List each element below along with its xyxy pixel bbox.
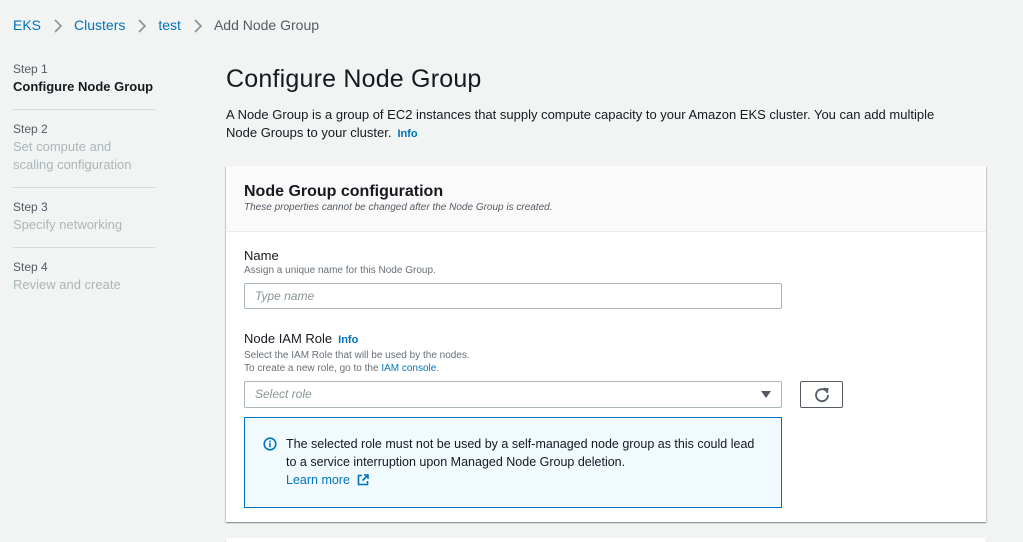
iam-role-info-link[interactable]: Info: [338, 334, 358, 346]
learn-more-link[interactable]: Learn more: [286, 471, 370, 489]
step-number: Step 1: [13, 62, 48, 76]
iam-role-label-text: Node IAM Role: [244, 331, 333, 346]
step-1: Step 1 Configure Node Group: [13, 62, 155, 96]
name-input[interactable]: [244, 283, 782, 309]
chevron-right-icon: [132, 17, 152, 33]
breadcrumb-current: Add Node Group: [213, 17, 320, 33]
info-icon: [263, 437, 277, 451]
divider: [13, 187, 155, 188]
card-body: Name Assign a unique name for this Node …: [226, 232, 986, 508]
breadcrumb: EKS Clusters test Add Node Group: [13, 16, 319, 34]
iam-role-select-placeholder: Select role: [255, 387, 312, 401]
iam-role-label: Node IAM Role Info: [244, 330, 968, 349]
chevron-right-icon: [48, 17, 68, 33]
iam-role-description-line2: To create a new role, go to the IAM cons…: [244, 362, 968, 375]
wizard-steps: Step 1 Configure Node Group Step 2 Set c…: [13, 62, 155, 294]
iam-role-select-row: Select role: [244, 381, 968, 408]
next-card: [226, 538, 986, 542]
breadcrumb-test[interactable]: test: [158, 17, 181, 33]
page-title: Configure Node Group: [226, 65, 482, 93]
name-label: Name: [244, 248, 279, 263]
alert-text: The selected role must not be used by a …: [286, 437, 755, 469]
page-description-text: A Node Group is a group of EC2 instances…: [226, 107, 935, 140]
caret-down-icon: [761, 391, 771, 398]
main-content: Configure Node Group A Node Group is a g…: [226, 62, 986, 143]
learn-more-label: Learn more: [286, 473, 350, 487]
step-title: Review and create: [13, 277, 121, 292]
step-number: Step 2: [13, 122, 48, 136]
divider: [13, 109, 155, 110]
breadcrumb-clusters[interactable]: Clusters: [74, 17, 125, 33]
iam-role-select[interactable]: Select role: [244, 381, 782, 408]
iam-role-description-line1: Select the IAM Role that will be used by…: [244, 350, 470, 361]
iam-role-field: Node IAM Role Info Select the IAM Role th…: [244, 330, 968, 508]
name-description: Assign a unique name for this Node Group…: [244, 265, 436, 276]
name-field: Name Assign a unique name for this Node …: [244, 247, 968, 309]
card-title: Node Group configuration: [244, 183, 444, 200]
info-alert: The selected role must not be used by a …: [244, 417, 782, 508]
iam-role-desc-suffix: .: [436, 363, 440, 374]
divider: [13, 247, 155, 248]
iam-role-description: Select the IAM Role that will be used by…: [244, 349, 968, 375]
iam-role-desc-prefix: To create a new role, go to the: [244, 363, 382, 374]
step-number: Step 4: [13, 260, 48, 274]
step-title: Specify networking: [13, 217, 123, 232]
step-4: Step 4 Review and create: [13, 260, 155, 294]
page-description: A Node Group is a group of EC2 instances…: [226, 106, 966, 143]
card-header: Node Group configuration These propertie…: [226, 166, 986, 232]
node-group-config-card: Node Group configuration These propertie…: [226, 166, 986, 522]
refresh-roles-button[interactable]: [800, 381, 843, 408]
breadcrumb-eks[interactable]: EKS: [13, 17, 41, 33]
step-title: Set compute and scaling configuration: [13, 139, 132, 172]
chevron-right-icon: [188, 17, 208, 33]
refresh-icon: [814, 387, 829, 402]
step-3: Step 3 Specify networking: [13, 200, 155, 234]
external-link-icon: [357, 474, 369, 486]
step-number: Step 3: [13, 200, 48, 214]
iam-console-link[interactable]: IAM console: [381, 363, 436, 374]
card-subtitle: These properties cannot be changed after…: [244, 202, 553, 213]
step-2: Step 2 Set compute and scaling configura…: [13, 122, 155, 174]
info-link[interactable]: Info: [397, 128, 417, 140]
step-title: Configure Node Group: [13, 79, 154, 94]
